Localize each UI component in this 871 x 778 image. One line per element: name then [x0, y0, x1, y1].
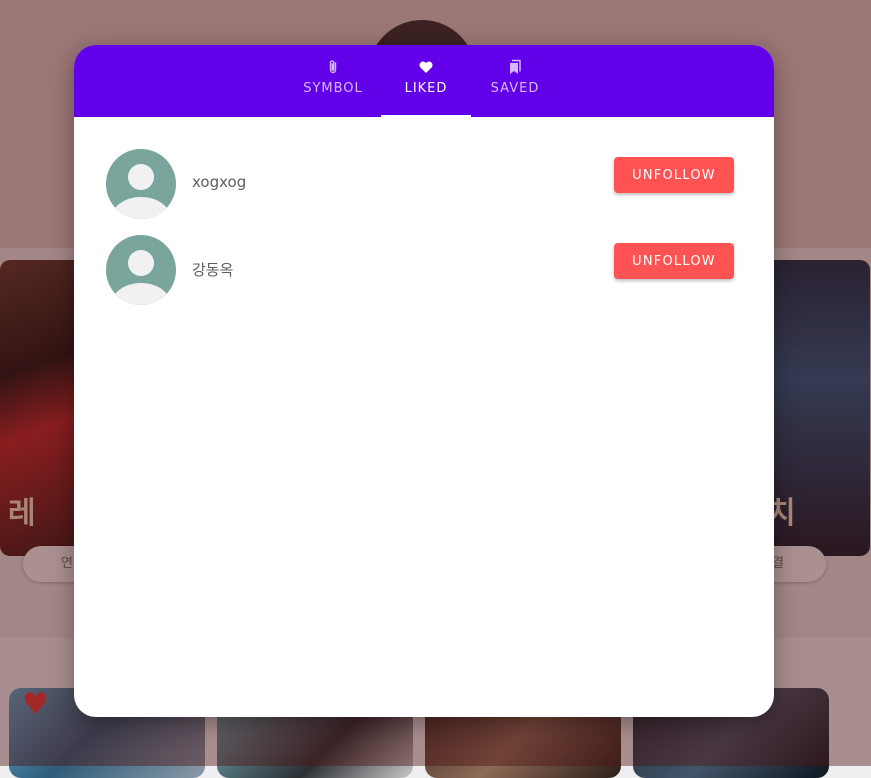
user-avatar-icon: [111, 164, 171, 219]
bookmarks-icon: [510, 59, 521, 74]
username[interactable]: 강동옥: [192, 259, 233, 280]
tab-bar: SYMBOL LIKED SAVED: [74, 45, 774, 117]
tab-label: SYMBOL: [303, 81, 363, 96]
unfollow-button[interactable]: UNFOLLOW: [614, 243, 734, 279]
list-item: 강동옥 UNFOLLOW: [74, 235, 774, 321]
tab-label: SAVED: [490, 81, 540, 96]
user-avatar-icon: [111, 250, 171, 305]
list-item: xogxog UNFOLLOW: [74, 149, 774, 235]
username[interactable]: xogxog: [192, 173, 246, 191]
follow-dialog: SYMBOL LIKED SAVED xogxog UNFOLLOW 강동옥 U…: [74, 45, 774, 717]
heart-icon: [419, 61, 433, 73]
paperclip-icon: [329, 60, 337, 74]
tab-liked[interactable]: LIKED: [381, 45, 471, 117]
tab-label: LIKED: [404, 81, 448, 96]
tab-symbol[interactable]: SYMBOL: [288, 45, 378, 117]
avatar[interactable]: [106, 235, 176, 305]
tab-saved[interactable]: SAVED: [470, 45, 560, 117]
active-tab-indicator: [381, 115, 471, 117]
unfollow-button[interactable]: UNFOLLOW: [614, 157, 734, 193]
avatar[interactable]: [106, 149, 176, 219]
user-list: xogxog UNFOLLOW 강동옥 UNFOLLOW: [74, 117, 774, 321]
